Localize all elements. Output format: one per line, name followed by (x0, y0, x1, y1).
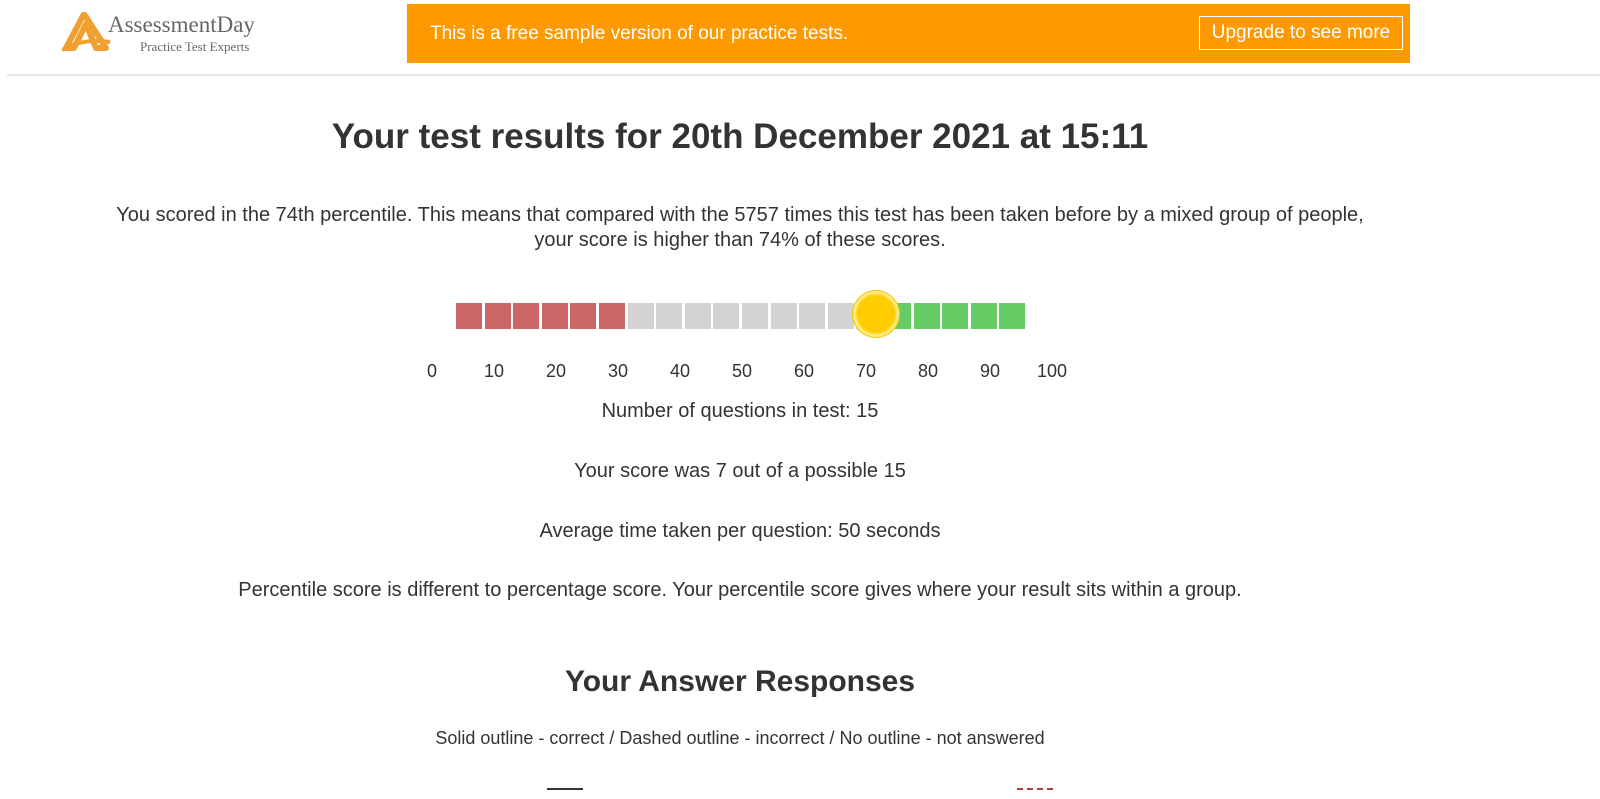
scale-tick-label: 30 (607, 361, 629, 381)
scale-segment (827, 303, 854, 329)
percentile-note: Percentile score is different to percent… (238, 579, 1242, 601)
scale-tick-label: 70 (855, 361, 877, 381)
scale-segment (599, 303, 625, 329)
percentile-marker (856, 294, 896, 334)
scale-segment (999, 303, 1026, 329)
scale-tick-label: 90 (979, 361, 1001, 381)
scale-segment (942, 303, 969, 329)
scale-segment (484, 303, 511, 329)
questions-count: Number of questions in test: 15 (601, 400, 879, 422)
scale-segment (656, 303, 683, 329)
scale-segment (570, 303, 597, 329)
scale-tick-label: 50 (731, 361, 753, 381)
scale-segment (713, 303, 740, 329)
site-header: AssessmentDay Practice Test Experts This… (0, 0, 1600, 76)
percentile-summary: You scored in the 74th percentile. This … (116, 204, 1364, 251)
scale-segment (970, 303, 997, 329)
scale-segment (541, 303, 568, 329)
upgrade-button[interactable]: Upgrade to see more (1199, 16, 1403, 50)
responses-heading: Your Answer Responses (564, 665, 916, 698)
header-divider (7, 74, 1600, 76)
logo-icon (62, 12, 111, 52)
site-logo[interactable]: AssessmentDay Practice Test Experts (62, 12, 282, 58)
scale-tick-label: 20 (545, 361, 567, 381)
scale-segment (627, 303, 654, 329)
scale-tick-label: 100 (1036, 361, 1068, 381)
correct-answer-outline (547, 788, 583, 790)
page-title: Your test results for 20th December 2021… (331, 117, 1149, 156)
scale-tick-label: 80 (917, 361, 939, 381)
scale-segment (913, 303, 940, 329)
responses-legend: Solid outline - correct / Dashed outline… (435, 728, 1045, 748)
scale-segment (456, 303, 482, 329)
scale-segment (684, 303, 711, 329)
scale-segment (513, 303, 540, 329)
scale-tick-label: 0 (426, 361, 438, 381)
incorrect-answer-outline (1017, 788, 1053, 790)
banner-message: This is a free sample version of our pra… (430, 23, 849, 44)
scale-segment (742, 303, 768, 329)
scale-tick-label: 60 (793, 361, 815, 381)
sample-banner: This is a free sample version of our pra… (407, 4, 1410, 63)
average-time: Average time taken per question: 50 seco… (539, 520, 941, 542)
logo-tagline: Practice Test Experts (140, 39, 250, 54)
percentile-scale (456, 303, 1026, 331)
score-line: Your score was 7 out of a possible 15 (574, 460, 906, 482)
logo-name: AssessmentDay (108, 12, 255, 37)
scale-segment (799, 303, 826, 329)
scale-tick-label: 10 (483, 361, 505, 381)
scale-tick-label: 40 (669, 361, 691, 381)
scale-segment (770, 303, 797, 329)
